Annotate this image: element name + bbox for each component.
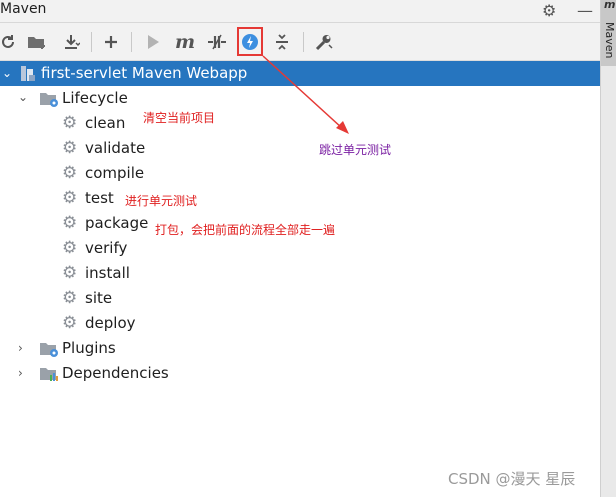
gear-icon: ⚙	[62, 263, 78, 283]
chevron-right-icon[interactable]: ›	[18, 366, 23, 380]
tree-plugins-label: Plugins	[62, 339, 116, 357]
plugins-folder-icon	[39, 341, 59, 362]
annotation-arrow	[262, 55, 349, 134]
lifecycle-item-label: verify	[85, 239, 128, 257]
maven-side-tab[interactable]: m Maven	[601, 0, 616, 66]
gear-icon: ⚙	[62, 238, 78, 258]
gear-icon: ⚙	[62, 313, 78, 333]
gear-icon: ⚙	[62, 288, 78, 308]
maven-side-tab-label: Maven	[603, 22, 616, 59]
lifecycle-item[interactable]: ⚙ verify	[0, 236, 600, 261]
maven-m-icon: m	[604, 0, 616, 11]
chevron-right-icon[interactable]: ›	[18, 341, 23, 355]
right-tool-strip: m Maven	[600, 0, 616, 497]
lifecycle-item-label: site	[85, 289, 113, 307]
lifecycle-item-label: deploy	[85, 314, 136, 332]
watermark: CSDN @漫天 星辰	[448, 470, 576, 488]
lifecycle-item[interactable]: ⚙ site	[0, 286, 600, 311]
dependencies-folder-icon	[39, 366, 59, 387]
lifecycle-item[interactable]: ⚙ install	[0, 261, 600, 286]
tree-dependencies-label: Dependencies	[62, 364, 169, 382]
annotation-package: 打包，会把前面的流程全部走一遍	[155, 223, 336, 237]
lifecycle-item[interactable]: ⚙ deploy	[0, 311, 600, 336]
lifecycle-item-label: install	[85, 264, 130, 282]
tree-dependencies-row[interactable]: › Dependencies	[0, 361, 600, 386]
lifecycle-item-label: package	[85, 214, 149, 232]
tree-plugins-row[interactable]: › Plugins	[0, 336, 600, 361]
gear-icon: ⚙	[62, 213, 78, 233]
